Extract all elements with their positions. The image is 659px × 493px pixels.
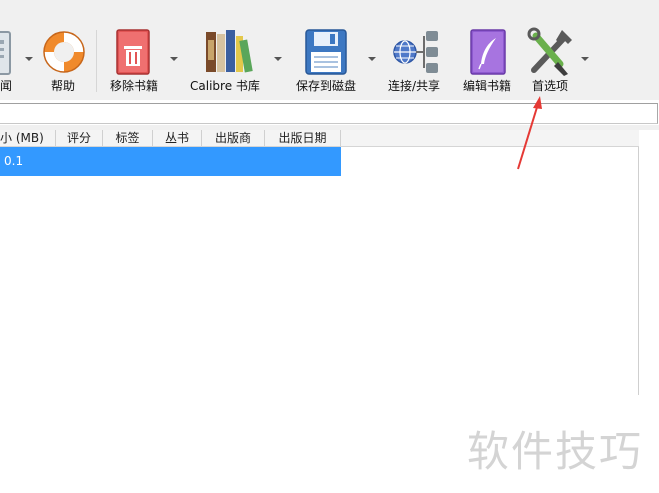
watermark: 软件技巧 — [467, 427, 644, 476]
